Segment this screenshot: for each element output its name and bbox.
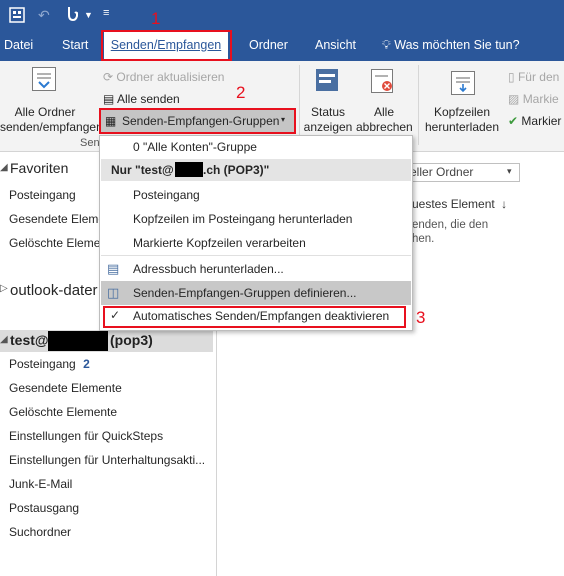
markieren-label-1: Markie xyxy=(522,92,559,106)
account-name-suffix: (pop3) xyxy=(110,332,153,348)
touch-mode-icon[interactable] xyxy=(64,6,78,24)
nav-suchordner[interactable]: Suchordner xyxy=(9,525,71,539)
nav-postausgang[interactable]: Postausgang xyxy=(9,501,79,515)
tab-start[interactable]: Start xyxy=(62,30,88,61)
status-label-1: Status xyxy=(310,105,346,119)
annotation-number-2: 2 xyxy=(236,83,246,102)
cancel-all-icon xyxy=(371,69,393,93)
status-icon xyxy=(316,69,338,91)
nav-gesendete[interactable]: Gesendete Elemente xyxy=(9,381,122,395)
send-receive-groups-menu: 0 "Alle Konten"-Gruppe Nur "test@ .ch (P… xyxy=(99,135,413,331)
tell-me-label: Was möchten Sie tun? xyxy=(394,38,520,52)
define-groups-icon: ◫ xyxy=(107,285,120,300)
address-book-icon: ▤ xyxy=(107,261,120,276)
menu-definieren-item[interactable]: ◫ Senden-Empfangen-Gruppen definieren... xyxy=(101,281,411,305)
fav-posteingang[interactable]: Posteingang xyxy=(9,188,76,202)
download-headers-icon xyxy=(451,71,475,95)
highlight-box-1 xyxy=(101,30,232,61)
alle-ordner-label-2: senden/empfangen xyxy=(0,120,103,134)
account-header[interactable]: ◢ test@ (pop3) xyxy=(0,330,213,352)
menu-header-prefix: Nur "test@ xyxy=(111,163,174,177)
send-receive-all-icon xyxy=(32,67,56,91)
ribbon-tabs: Datei Start Senden/Empfangen Ordner Ansi… xyxy=(0,30,564,61)
status-label-2: anzeigen xyxy=(303,120,353,134)
empty-text-2: hen. xyxy=(412,233,435,245)
menu-kopfzeilen-posteingang[interactable]: Kopfzeilen im Posteingang herunterladen xyxy=(133,212,352,226)
outlook-app-icon[interactable] xyxy=(9,7,25,25)
redacted-block xyxy=(48,331,108,351)
menu-markierte-kopfzeilen[interactable]: Markierte Kopfzeilen verarbeiten xyxy=(133,236,306,250)
collapse-arrow-icon[interactable]: ◢ xyxy=(0,162,8,173)
alle-abbrechen-button[interactable]: Alle abbrechen xyxy=(356,65,413,137)
highlight-box-2 xyxy=(99,108,296,134)
lightbulb-icon: 💡︎ xyxy=(382,38,391,52)
outlook-data-file[interactable]: outlook-dater xyxy=(10,282,98,299)
title-bar: ↶ ▼ ≡ 1 xyxy=(0,0,564,30)
menu-divider xyxy=(101,255,411,256)
fuer-den-button[interactable]: ▯ Für den xyxy=(508,69,559,85)
ribbon-separator xyxy=(299,65,300,145)
menu-adressbuch[interactable]: Adressbuch herunterladen... xyxy=(133,262,284,276)
status-anzeigen-button[interactable]: Status anzeigen xyxy=(303,65,353,137)
highlight-box-3 xyxy=(103,306,406,328)
alle-ordner-button[interactable]: Alle Ordner senden/empfangen xyxy=(0,65,103,137)
ribbon-separator xyxy=(418,65,419,145)
fav-geloeschte[interactable]: Gelöschte Elemen xyxy=(9,236,107,250)
customize-qat-icon[interactable]: ≡ xyxy=(103,6,109,20)
mark-icon: ▨ xyxy=(508,92,520,106)
ordner-aktualisieren-button[interactable]: ⟳ Ordner aktualisieren xyxy=(103,69,224,85)
annotation-number-3: 3 xyxy=(416,308,426,327)
collapse-arrow-icon: ◢ xyxy=(0,334,8,345)
empty-text-1: enden, die den xyxy=(412,219,489,231)
markieren-button-2[interactable]: ✔ Markier xyxy=(508,113,561,129)
refresh-folder-icon: ⟳ xyxy=(103,70,114,84)
document-icon: ▯ xyxy=(508,70,515,84)
nav-geloeschte[interactable]: Gelöschte Elemente xyxy=(9,405,117,419)
menu-header-suffix: .ch (POP3)" xyxy=(203,163,270,177)
tab-datei[interactable]: Datei xyxy=(4,30,33,61)
kopfzeilen-herunterladen-button[interactable]: Kopfzeilen herunterladen xyxy=(422,65,502,137)
sort-label: uestes Element xyxy=(412,197,495,211)
markieren-button-1[interactable]: ▨ Markie xyxy=(508,91,559,107)
nav-posteingang[interactable]: Posteingang 2 xyxy=(9,357,90,371)
alle-ordner-label-1: Alle Ordner xyxy=(14,105,76,119)
fav-gesendete[interactable]: Gesendete Eleme xyxy=(9,212,105,226)
markieren-label-2: Markier xyxy=(521,114,562,128)
menu-definieren-label: Senden-Empfangen-Gruppen definieren... xyxy=(133,286,357,300)
redacted-block xyxy=(175,162,203,177)
fuer-den-label: Für den xyxy=(517,70,560,84)
chevron-down-icon[interactable]: ▼ xyxy=(84,8,93,22)
alle-senden-label: Alle senden xyxy=(117,92,180,106)
tab-ordner[interactable]: Ordner xyxy=(249,30,288,61)
menu-posteingang[interactable]: Posteingang xyxy=(133,188,200,202)
checkmark-icon: ✔ xyxy=(508,114,519,128)
favoriten-header[interactable]: Favoriten xyxy=(10,160,68,176)
annotation-number-1: 1 xyxy=(151,9,161,28)
menu-account-header: Nur "test@ .ch (POP3)" xyxy=(101,159,411,181)
sort-newest[interactable]: uestes Element ↓ xyxy=(412,197,507,211)
tell-me-search[interactable]: 💡︎ Was möchten Sie tun? xyxy=(382,30,520,61)
abbrechen-label-1: Alle xyxy=(373,105,394,119)
nav-unterhaltung[interactable]: Einstellungen für Unterhaltungsakti... xyxy=(9,453,205,467)
posteingang-label: Posteingang xyxy=(9,357,76,371)
abbrechen-label-2: abbrechen xyxy=(356,120,413,134)
nav-quicksteps[interactable]: Einstellungen für QuickSteps xyxy=(9,429,163,443)
arrow-down-icon: ↓ xyxy=(501,197,508,211)
tab-ansicht[interactable]: Ansicht xyxy=(315,30,356,61)
kopfzeilen-label-1: Kopfzeilen xyxy=(433,105,491,119)
expand-arrow-icon[interactable]: ▷ xyxy=(0,283,8,294)
chevron-down-icon: ▾ xyxy=(507,166,512,176)
ordner-aktualisieren-label: Ordner aktualisieren xyxy=(116,70,225,84)
unread-count: 2 xyxy=(83,357,90,371)
kopfzeilen-label-2: herunterladen xyxy=(424,120,500,134)
alle-senden-button[interactable]: ▤ Alle senden xyxy=(103,91,180,107)
nav-junk[interactable]: Junk-E-Mail xyxy=(9,477,72,491)
account-name-prefix: test@ xyxy=(10,332,49,348)
send-all-icon: ▤ xyxy=(103,92,115,106)
menu-alle-konten[interactable]: 0 "Alle Konten"-Gruppe xyxy=(133,140,257,154)
undo-icon[interactable]: ↶ xyxy=(38,8,50,22)
